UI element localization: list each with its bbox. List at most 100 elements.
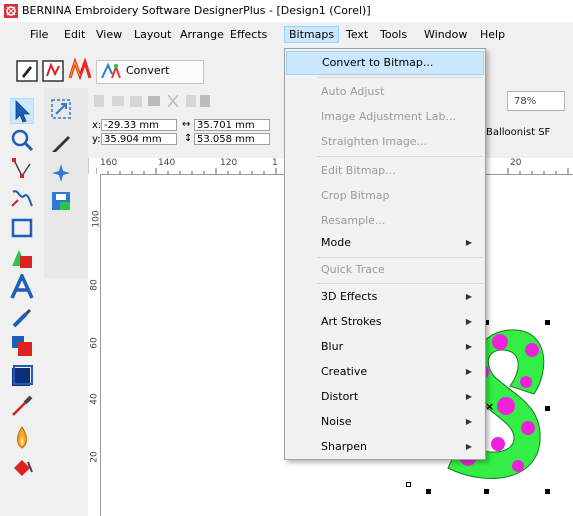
- font-name-select[interactable]: Balloonist SF: [486, 124, 573, 142]
- zoom-tool-icon[interactable]: [10, 128, 34, 152]
- shape-tool-icon[interactable]: [10, 156, 34, 180]
- menu-item-label: Noise: [321, 415, 352, 428]
- menu-item-straighten-image[interactable]: Straighten Image...: [286, 130, 484, 154]
- v-ruler-label: 80: [89, 279, 100, 291]
- h-ruler-label: 160: [100, 158, 118, 168]
- menu-view[interactable]: View: [96, 28, 122, 41]
- interactive-fill-icon[interactable]: [10, 334, 34, 358]
- menu-item-label: Auto Adjust: [321, 85, 385, 98]
- menu-item-mode[interactable]: Mode ▶: [286, 231, 484, 255]
- menu-item-auto-adjust[interactable]: Auto Adjust: [286, 80, 484, 104]
- menu-layout[interactable]: Layout: [134, 28, 171, 41]
- menu-item-label: Straighten Image...: [321, 135, 428, 148]
- zoom-level-select[interactable]: 78%: [507, 91, 565, 111]
- menu-item-label: Edit Bitmap...: [321, 164, 396, 177]
- menu-item-label: Mode: [321, 236, 351, 249]
- rectangle-tool-icon[interactable]: [10, 216, 34, 240]
- menu-item-noise[interactable]: Noise ▶: [286, 410, 484, 434]
- menu-item-label: Crop Bitmap: [321, 189, 390, 202]
- outline-tool-icon[interactable]: [10, 364, 34, 388]
- text-tool-icon[interactable]: [10, 274, 34, 300]
- menu-item-blur[interactable]: Blur ▶: [286, 335, 484, 359]
- menu-item-convert-to-bitmap[interactable]: Convert to Bitmap...: [286, 51, 484, 75]
- height-icon: ↕: [184, 133, 193, 144]
- node-marker: [406, 482, 411, 487]
- menu-help[interactable]: Help: [480, 28, 505, 41]
- selection-handle[interactable]: [545, 320, 550, 325]
- freehand-tool-icon[interactable]: [10, 186, 34, 210]
- menu-item-quick-trace[interactable]: Quick Trace: [286, 258, 484, 282]
- h-ruler-label: 1: [272, 158, 278, 168]
- menu-item-label: Image Adjustment Lab...: [321, 110, 456, 123]
- save-image-icon[interactable]: [50, 190, 72, 212]
- menu-item-label: Art Strokes: [321, 315, 382, 328]
- selection-handle[interactable]: [545, 406, 550, 411]
- width-input[interactable]: 35.701 mm: [194, 119, 270, 131]
- basic-shapes-icon[interactable]: [10, 246, 34, 270]
- menu-item-crop-bitmap[interactable]: Crop Bitmap: [286, 184, 484, 208]
- menu-effects[interactable]: Effects: [230, 28, 267, 41]
- menu-item-art-strokes[interactable]: Art Strokes ▶: [286, 310, 484, 334]
- y-position-input[interactable]: 35.904 mm: [101, 133, 177, 145]
- edit-design-mode-icon[interactable]: [16, 60, 38, 82]
- x-position-input[interactable]: -29.33 mm: [101, 119, 177, 131]
- eyedropper-tool-icon[interactable]: [10, 306, 34, 330]
- submenu-arrow-icon: ▶: [465, 392, 472, 401]
- bernina-app-icon: [4, 4, 18, 18]
- v-ruler-label: 60: [89, 337, 100, 349]
- menu-arrange[interactable]: Arrange: [180, 28, 224, 41]
- menu-bitmaps[interactable]: Bitmaps: [284, 26, 340, 43]
- menu-window[interactable]: Window: [424, 28, 467, 41]
- menu-item-label: Distort: [321, 390, 359, 403]
- h-ruler-label: 140: [158, 158, 176, 168]
- menu-item-edit-bitmap[interactable]: Edit Bitmap...: [286, 159, 484, 183]
- smart-fill-icon[interactable]: [10, 424, 34, 452]
- menu-item-label: Convert to Bitmap...: [322, 56, 434, 69]
- selection-handle[interactable]: [426, 489, 431, 494]
- menu-item-label: 3D Effects: [321, 290, 378, 303]
- width-icon: ↔: [182, 119, 191, 130]
- fill-bucket-icon[interactable]: [10, 456, 34, 480]
- menu-item-label: Creative: [321, 365, 368, 378]
- title-bar: BERNINA Embroidery Software DesignerPlus…: [0, 0, 573, 22]
- menu-text[interactable]: Text: [346, 28, 368, 41]
- knife-tool-icon[interactable]: [50, 132, 72, 154]
- artwork-mode-icon[interactable]: [68, 58, 92, 82]
- x-label: x:: [92, 120, 102, 131]
- menu-item-image-adjustment-lab[interactable]: Image Adjustment Lab...: [286, 105, 484, 129]
- menu-item-label: Quick Trace: [321, 263, 385, 276]
- sparkle-tool-icon[interactable]: [50, 162, 72, 184]
- menu-item-creative[interactable]: Creative ▶: [286, 360, 484, 384]
- submenu-arrow-icon: ▶: [465, 238, 472, 247]
- menu-file[interactable]: File: [30, 28, 48, 41]
- v-ruler-label: 40: [89, 393, 100, 405]
- convert-icon: [101, 62, 121, 79]
- submenu-arrow-icon: ▶: [465, 342, 472, 351]
- vertical-ruler: 100 80 60 40 20: [88, 174, 102, 516]
- height-input[interactable]: 53.058 mm: [194, 133, 270, 145]
- stitch-mode-icon[interactable]: [42, 60, 64, 82]
- menu-item-label: Sharpen: [321, 440, 367, 453]
- center-mark-icon: ×: [485, 400, 495, 413]
- pick-tool-icon[interactable]: [10, 98, 34, 124]
- menu-item-resample[interactable]: Resample...: [286, 209, 484, 233]
- menu-item-distort[interactable]: Distort ▶: [286, 385, 484, 409]
- menu-item-label: Resample...: [321, 214, 386, 227]
- h-ruler-label: 20: [510, 158, 522, 168]
- menu-item-sharpen[interactable]: Sharpen ▶: [286, 435, 484, 459]
- submenu-arrow-icon: ▶: [465, 367, 472, 376]
- selection-handle[interactable]: [545, 489, 550, 494]
- menu-separator: [317, 77, 483, 78]
- menu-item-label: Blur: [321, 340, 344, 353]
- menu-edit[interactable]: Edit: [64, 28, 85, 41]
- submenu-arrow-icon: ▶: [465, 292, 472, 301]
- menu-item-3d-effects[interactable]: 3D Effects ▶: [286, 285, 484, 309]
- submenu-arrow-icon: ▶: [465, 442, 472, 451]
- selection-handle[interactable]: [484, 489, 489, 494]
- menu-separator: [317, 283, 483, 284]
- v-ruler-label: 20: [89, 451, 100, 463]
- menu-tools[interactable]: Tools: [380, 28, 407, 41]
- color-eyedropper-icon[interactable]: [10, 394, 34, 418]
- transform-icon[interactable]: [50, 98, 72, 120]
- menu-bar: File Edit View Layout Arrange Effects Bi…: [0, 22, 573, 48]
